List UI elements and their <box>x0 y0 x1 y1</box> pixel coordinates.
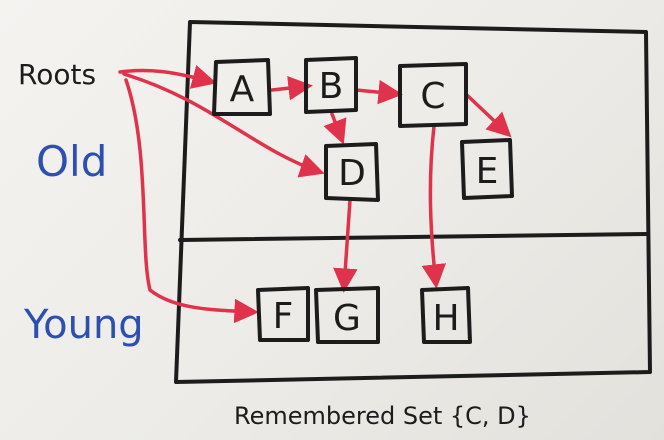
edge-d-g <box>333 198 358 293</box>
whiteboard: A B C D E F G H Roots Old Young Remember… <box>0 0 664 440</box>
old-generation-label: Old <box>36 137 107 186</box>
node-label-b: B <box>319 66 344 107</box>
edge-c-e <box>466 94 512 138</box>
edge-c-h <box>421 124 447 289</box>
node-label-h: H <box>432 298 459 339</box>
objects <box>212 56 514 344</box>
young-generation-label: Young <box>23 302 144 348</box>
node-label-g: G <box>333 298 361 339</box>
roots-label: Roots <box>18 58 96 91</box>
node-label-e: E <box>476 151 499 192</box>
edge-b-c <box>354 79 403 105</box>
generation-divider <box>178 232 650 242</box>
remembered-set-caption: Remembered Set {C, D} <box>234 402 531 430</box>
node-label-d: D <box>338 153 366 194</box>
node-label-c: C <box>420 76 445 117</box>
node-label-f: F <box>273 296 294 337</box>
gc-diagram: A B C D E F G H Roots Old Young Remember… <box>18 20 652 430</box>
edge-b-d <box>323 112 347 145</box>
node-label-a: A <box>230 69 255 110</box>
edge-a-b <box>270 75 313 101</box>
